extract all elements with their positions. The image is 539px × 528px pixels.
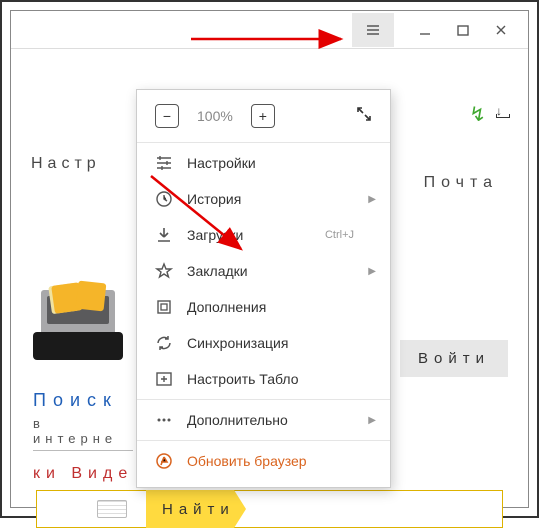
fullscreen-icon [356,106,372,122]
submenu-arrow-icon: ▶ [368,266,376,277]
zoom-out-button[interactable]: − [155,104,179,128]
menu-item-sync[interactable]: Синхронизация [137,325,390,361]
menu-item-update[interactable]: Обновить браузер [137,443,390,479]
minimize-button[interactable] [418,23,432,37]
more-icon [155,411,173,429]
history-icon [155,190,173,208]
keyboard-icon[interactable] [97,500,127,518]
menu-item-downloads[interactable]: Загрузки Ctrl+J [137,217,390,253]
zoom-in-button[interactable]: + [251,104,275,128]
menu-label: Дополнения [187,299,266,315]
submenu-arrow-icon: ▶ [368,415,376,426]
maximize-button[interactable] [456,23,470,37]
download-green-icon[interactable]: ↯ [469,102,486,127]
login-button[interactable]: Войти [400,340,508,377]
fullscreen-button[interactable] [356,106,372,127]
tray-icons: ↯ ↓ [469,100,510,125]
archive-icon [33,280,133,360]
menu-item-history[interactable]: История ▶ [137,181,390,217]
search-subtitle: в интерне [33,416,133,451]
menu-label: Дополнительно [187,412,288,428]
menu-label: Синхронизация [187,335,288,351]
yandex-icon [155,452,173,470]
browser-window: Настр Почта Поиск в интерне ки Виде Найт… [10,10,529,508]
search-title[interactable]: Поиск [33,390,118,411]
menu-item-more[interactable]: Дополнительно ▶ [137,402,390,438]
menu-label: Обновить браузер [187,453,307,469]
star-icon [155,262,173,280]
menu-item-settings[interactable]: Настройки [137,145,390,181]
zoom-level: 100% [197,108,233,124]
menu-item-configure-board[interactable]: Настроить Табло [137,361,390,397]
sync-icon [155,334,173,352]
menu-item-addons[interactable]: Дополнения [137,289,390,325]
search-input[interactable] [36,490,503,528]
addons-icon [155,298,173,316]
titlebar [11,11,528,49]
menu-item-bookmarks[interactable]: Закладки ▶ [137,253,390,289]
menu-button[interactable] [352,13,394,47]
main-menu-dropdown: − 100% + Настройки История ▶ Загр [136,89,391,488]
submenu-arrow-icon: ▶ [368,194,376,205]
zoom-controls: − 100% + [137,98,390,140]
menu-label: Настроить Табло [187,371,299,387]
menu-label: История [187,191,241,207]
download-icon [155,226,173,244]
download-tray-icon[interactable]: ↓ [496,108,510,118]
mail-heading: Почта [424,174,498,192]
shortcut-label: Ctrl+J [325,229,354,241]
find-button[interactable]: Найти [146,490,246,528]
menu-label: Загрузки [187,227,243,243]
settings-icon [155,154,173,172]
board-icon [155,370,173,388]
settings-heading: Настр [31,155,101,173]
menu-label: Закладки [187,263,248,279]
close-button[interactable] [494,23,508,37]
menu-label: Настройки [187,155,256,171]
nav-tabs[interactable]: ки Виде [33,465,133,483]
hamburger-icon [366,23,380,37]
